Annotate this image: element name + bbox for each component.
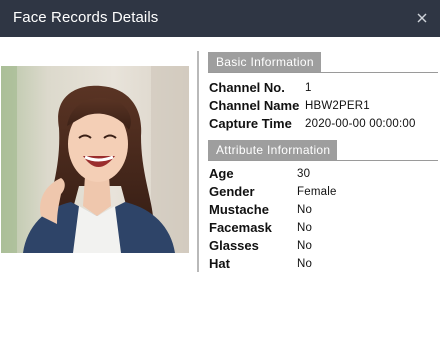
gender-value: Female [297,186,337,198]
glasses-value: No [297,240,313,252]
capture-time-label: Capture Time [209,116,292,131]
channel-name-label: Channel Name [209,98,300,113]
hat-label: Hat [209,256,230,271]
close-icon[interactable] [414,10,430,26]
face-capture-photo [1,66,189,253]
hat-value: No [297,258,313,270]
channel-name-value: HBW2PER1 [305,100,370,112]
channel-no-value: 1 [305,82,312,94]
attribute-info-title: Attribute Information [208,140,338,160]
age-value: 30 [297,168,311,180]
glasses-label: Glasses [209,238,259,253]
attribute-info-header: Attribute Information [208,140,438,161]
mustache-label: Mustache [209,202,269,217]
vertical-divider [197,51,199,272]
dialog-title: Face Records Details [13,9,159,26]
facemask-value: No [297,222,313,234]
age-label: Age [209,166,234,181]
dialog-titlebar: Face Records Details [0,0,440,37]
mustache-value: No [297,204,313,216]
capture-time-value: 2020-00-00 00:00:00 [305,118,416,130]
basic-info-header: Basic Information [208,52,438,73]
facemask-label: Facemask [209,220,272,235]
face-records-dialog: Face Records Details Basic Information C… [0,0,440,352]
gender-label: Gender [209,184,255,199]
channel-no-label: Channel No. [209,80,285,95]
basic-info-title: Basic Information [208,52,321,72]
